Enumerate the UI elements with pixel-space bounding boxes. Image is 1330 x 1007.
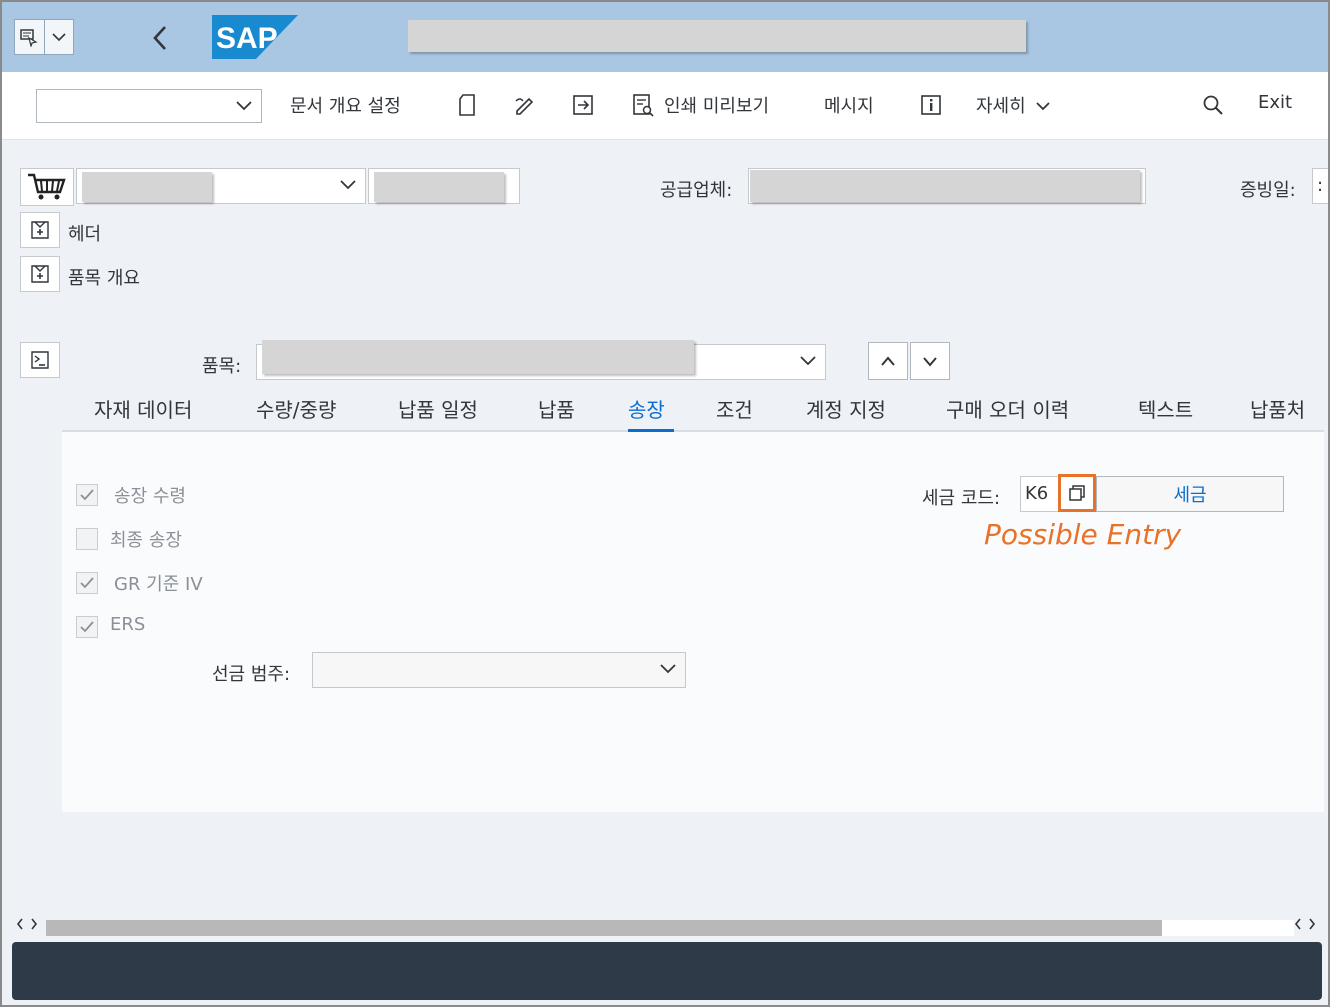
sap-logo: SAP — [212, 15, 298, 59]
edit-icon[interactable] — [512, 92, 538, 118]
header-expand-button[interactable] — [20, 212, 60, 248]
checkmark-icon — [80, 621, 94, 633]
chevron-right-icon[interactable] — [1308, 918, 1316, 930]
item-detail-tabs: 자재 데이터 수량/중량 납품 일정 납품 송장 조건 계정 지정 구매 오더 … — [62, 386, 1324, 432]
messages-button[interactable]: 메시지 — [824, 92, 874, 118]
tab-conditions[interactable]: 조건 — [716, 394, 753, 423]
invoice-receipt-checkbox[interactable] — [76, 484, 98, 506]
more-label: 자세히 — [976, 96, 1026, 117]
header-section-label: 헤더 — [68, 224, 102, 245]
checkmark-icon — [80, 489, 94, 501]
previous-item-button[interactable] — [868, 342, 908, 380]
dp-category-label: 선금 범주: — [212, 664, 291, 685]
more-button[interactable]: 자세히 — [976, 92, 1051, 118]
item-detail-collapse-button[interactable] — [20, 342, 60, 378]
ers-checkbox[interactable] — [76, 616, 98, 638]
chevron-down-icon — [1036, 102, 1051, 111]
collapse-icon — [31, 351, 49, 369]
tax-button[interactable]: 세금 — [1096, 476, 1284, 512]
tax-code-field[interactable]: K6 — [1020, 476, 1060, 512]
scroll-left-arrows[interactable] — [16, 918, 38, 930]
other-document-icon[interactable] — [570, 92, 596, 118]
tab-material-data[interactable]: 자재 데이터 — [94, 394, 192, 423]
exit-button[interactable]: Exit — [1258, 92, 1292, 113]
new-document-icon[interactable] — [454, 92, 480, 118]
item-label: 품목: — [202, 356, 242, 377]
toolbar: 문서 개요 설정 인쇄 미리보기 메시지 자세히 Exit — [2, 72, 1328, 140]
scroll-thumb[interactable] — [46, 920, 1162, 936]
chevron-up-icon — [881, 356, 895, 366]
search-icon[interactable] — [1200, 92, 1226, 118]
vendor-label: 공급업체: — [660, 180, 733, 201]
ers-label: ERS — [110, 614, 146, 635]
expand-icon — [31, 221, 49, 239]
menu-icon[interactable] — [15, 20, 44, 54]
sap-window: SAP 문서 개요 설정 인쇄 미리보기 메시지 자세히 Exit 공급업체: … — [0, 0, 1330, 1007]
value-help-icon — [1069, 485, 1085, 501]
tab-po-history[interactable]: 구매 오더 이력 — [946, 394, 1069, 423]
final-invoice-label: 최종 송장 — [110, 530, 182, 551]
tab-texts[interactable]: 텍스트 — [1138, 394, 1193, 423]
dp-category-select[interactable] — [312, 652, 686, 688]
info-icon[interactable] — [918, 92, 944, 118]
print-preview-icon[interactable] — [630, 92, 656, 118]
chevron-down-icon — [923, 357, 937, 367]
chevron-left-icon[interactable] — [16, 918, 24, 930]
chevron-down-icon — [800, 356, 816, 366]
title-redacted — [408, 20, 1026, 52]
po-number-redacted — [374, 172, 504, 202]
vendor-redacted — [750, 170, 1140, 202]
next-item-button[interactable] — [910, 342, 950, 380]
document-type-button[interactable] — [20, 168, 74, 206]
expand-icon — [31, 265, 49, 283]
tab-invoice[interactable]: 송장 — [628, 394, 665, 423]
tab-delivery-address[interactable]: 납품처 — [1250, 394, 1305, 423]
possible-entry-button[interactable] — [1058, 474, 1096, 512]
tab-account-assignment[interactable]: 계정 지정 — [806, 394, 886, 423]
chevron-down-icon[interactable] — [43, 20, 73, 54]
gr-based-iv-checkbox[interactable] — [76, 572, 98, 594]
tab-quantities-weights[interactable]: 수량/중량 — [256, 394, 336, 423]
status-bar — [12, 942, 1322, 1000]
menu-button[interactable] — [14, 19, 74, 55]
tab-delivery-schedule[interactable]: 납품 일정 — [398, 394, 478, 423]
chevron-down-icon — [660, 664, 676, 674]
chevron-left-icon — [153, 26, 166, 50]
possible-entry-annotation: Possible Entry — [984, 518, 1182, 551]
svg-text:SAP: SAP — [216, 22, 278, 55]
transaction-select[interactable] — [36, 89, 262, 123]
doc-date-field[interactable]: : — [1312, 168, 1328, 204]
print-preview-button[interactable]: 인쇄 미리보기 — [664, 92, 769, 118]
item-overview-section-label: 품목 개요 — [68, 268, 140, 289]
shell-bar: SAP — [2, 2, 1328, 72]
chevron-left-icon[interactable] — [1294, 918, 1302, 930]
scroll-right-arrows[interactable] — [1294, 918, 1316, 930]
tab-delivery[interactable]: 납품 — [538, 394, 575, 423]
document-overview-button[interactable]: 문서 개요 설정 — [290, 92, 401, 118]
document-type-redacted — [82, 172, 212, 202]
chevron-down-icon — [236, 101, 252, 111]
chevron-right-icon[interactable] — [30, 918, 38, 930]
chevron-down-icon — [340, 180, 356, 190]
doc-date-label: 증빙일: — [1240, 180, 1296, 201]
item-redacted — [262, 340, 694, 374]
item-overview-expand-button[interactable] — [20, 256, 60, 292]
invoice-receipt-label: 송장 수령 — [114, 486, 186, 507]
tax-code-label: 세금 코드: — [922, 488, 1001, 509]
shopping-cart-icon — [28, 173, 66, 200]
final-invoice-checkbox[interactable] — [76, 528, 98, 550]
back-button[interactable] — [142, 20, 178, 56]
horizontal-scrollbar[interactable] — [12, 918, 1328, 938]
gr-based-iv-label: GR 기준 IV — [114, 574, 203, 595]
checkmark-icon — [80, 577, 94, 589]
